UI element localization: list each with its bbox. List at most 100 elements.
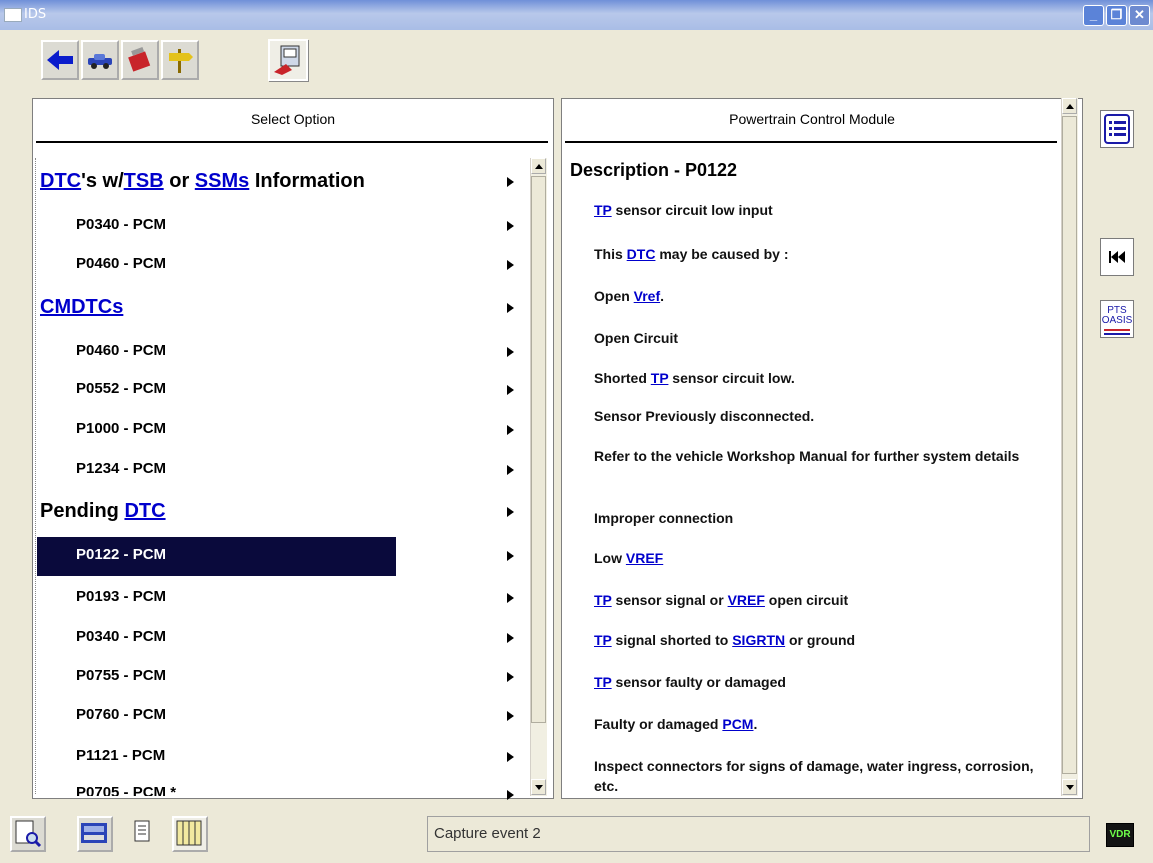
module-button[interactable] bbox=[77, 816, 113, 852]
left-scroll-up-button[interactable] bbox=[531, 158, 546, 174]
expand-arrow-icon[interactable] bbox=[507, 790, 514, 800]
right-scroll-thumb[interactable] bbox=[1062, 116, 1077, 774]
expand-arrow-icon[interactable] bbox=[507, 177, 514, 187]
hyperlink[interactable]: VREF bbox=[626, 550, 663, 566]
description-header: Powertrain Control Module bbox=[729, 111, 895, 127]
hyperlink[interactable]: PCM bbox=[722, 716, 753, 732]
option-list-item[interactable]: P0760 - PCM bbox=[76, 706, 166, 723]
hyperlink[interactable]: CMDTCs bbox=[40, 296, 123, 318]
vdr-status-icon[interactable]: VDR bbox=[1103, 818, 1136, 850]
description-text: sensor circuit low. bbox=[668, 370, 795, 386]
description-text: sensor signal or bbox=[611, 592, 728, 608]
description-text: Refer to the vehicle Workshop Manual for… bbox=[594, 448, 1020, 464]
expand-arrow-icon[interactable] bbox=[507, 303, 514, 313]
vdr-badge: VDR bbox=[1106, 823, 1134, 847]
expand-arrow-icon[interactable] bbox=[507, 752, 514, 762]
description-text: Shorted bbox=[594, 370, 651, 386]
option-list-item[interactable]: P0193 - PCM bbox=[76, 588, 166, 605]
document-search-icon bbox=[15, 820, 42, 848]
expand-arrow-icon[interactable] bbox=[507, 711, 514, 721]
pts-oasis-button[interactable]: PTS OASIS bbox=[1100, 300, 1134, 338]
signpost-icon bbox=[169, 49, 193, 73]
group-text: Information bbox=[249, 170, 365, 192]
expand-arrow-icon[interactable] bbox=[507, 221, 514, 231]
description-line: Improper connection bbox=[594, 508, 1044, 528]
option-list-item[interactable]: P0340 - PCM bbox=[76, 216, 166, 233]
hyperlink[interactable]: DTC bbox=[124, 500, 165, 522]
description-text: . bbox=[660, 288, 665, 304]
data-log-button[interactable] bbox=[172, 816, 208, 852]
description-line: TP sensor faulty or damaged bbox=[594, 672, 1044, 692]
hyperlink[interactable]: DTC bbox=[627, 246, 656, 262]
option-list-item[interactable]: P0340 - PCM bbox=[76, 628, 166, 645]
expand-arrow-icon[interactable] bbox=[507, 425, 514, 435]
list-view-button[interactable] bbox=[1100, 110, 1134, 148]
option-group-row[interactable]: CMDTCs bbox=[40, 296, 123, 319]
expand-arrow-icon[interactable] bbox=[507, 465, 514, 475]
toolbar-vehicle-button[interactable] bbox=[81, 40, 119, 80]
left-scroll-down-button[interactable] bbox=[531, 779, 546, 795]
option-list-item[interactable]: P1000 - PCM bbox=[76, 420, 166, 437]
minimize-button[interactable]: _ bbox=[1083, 5, 1104, 26]
close-button[interactable]: ✕ bbox=[1129, 5, 1150, 26]
left-scrollbar[interactable] bbox=[530, 158, 547, 796]
option-list-item[interactable]: P0122 - PCM bbox=[76, 546, 166, 563]
search-document-button[interactable] bbox=[10, 816, 46, 852]
hyperlink[interactable]: Vref bbox=[634, 288, 660, 304]
toolbar-back-button[interactable] bbox=[41, 40, 79, 80]
tree-guide-line bbox=[35, 158, 37, 794]
expand-arrow-icon[interactable] bbox=[507, 593, 514, 603]
option-list-item[interactable]: P0755 - PCM bbox=[76, 667, 166, 684]
expand-arrow-icon[interactable] bbox=[507, 385, 514, 395]
hyperlink[interactable]: TP bbox=[594, 632, 612, 648]
option-list-item[interactable]: P0460 - PCM bbox=[76, 342, 166, 359]
option-list-item[interactable]: P0460 - PCM bbox=[76, 255, 166, 272]
hyperlink[interactable]: DTC bbox=[40, 170, 81, 192]
toolbar-signpost-button[interactable] bbox=[161, 40, 199, 80]
hyperlink[interactable]: TP bbox=[594, 592, 612, 608]
skip-back-button[interactable] bbox=[1100, 238, 1134, 276]
toolbar-vdr-button[interactable] bbox=[268, 39, 308, 81]
expand-arrow-icon[interactable] bbox=[507, 347, 514, 357]
expand-arrow-icon[interactable] bbox=[507, 672, 514, 682]
notes-button[interactable] bbox=[127, 816, 163, 852]
skip-back-icon bbox=[1109, 251, 1125, 263]
select-option-header: Select Option bbox=[250, 111, 336, 127]
hyperlink[interactable]: TP bbox=[594, 674, 612, 690]
right-scrollbar[interactable] bbox=[1061, 98, 1078, 796]
expand-arrow-icon[interactable] bbox=[507, 260, 514, 270]
description-line: Sensor Previously disconnected. bbox=[594, 406, 1044, 426]
hyperlink[interactable]: TSB bbox=[124, 170, 164, 192]
option-list-item[interactable]: P0552 - PCM bbox=[76, 380, 166, 397]
description-line: Inspect connectors for signs of damage, … bbox=[594, 756, 1044, 796]
toolbar-toolbox-button[interactable] bbox=[121, 40, 159, 80]
expand-arrow-icon[interactable] bbox=[507, 551, 514, 561]
option-list-item[interactable]: P1121 - PCM bbox=[76, 747, 165, 764]
expand-arrow-icon[interactable] bbox=[507, 507, 514, 517]
description-text: may be caused by : bbox=[655, 246, 789, 262]
hyperlink[interactable]: SSMs bbox=[195, 170, 249, 192]
option-list-item[interactable]: P1234 - PCM bbox=[76, 460, 166, 477]
title-bar: IDS _ ❐ ✕ bbox=[0, 0, 1153, 30]
option-list-item[interactable]: P0705 - PCM * bbox=[76, 784, 176, 796]
hyperlink[interactable]: VREF bbox=[728, 592, 765, 608]
restore-button[interactable]: ❐ bbox=[1106, 5, 1127, 26]
description-text: Inspect connectors for signs of damage, … bbox=[594, 758, 1034, 794]
left-scroll-thumb[interactable] bbox=[531, 176, 546, 723]
pts-oasis-underline-2 bbox=[1104, 333, 1130, 335]
option-group-row[interactable]: Pending DTC bbox=[40, 500, 166, 523]
description-line: TP sensor circuit low input bbox=[594, 200, 1044, 220]
data-log-icon bbox=[176, 820, 202, 846]
option-group-row[interactable]: DTC's w/TSB or SSMs Information bbox=[40, 170, 365, 193]
expand-arrow-icon[interactable] bbox=[507, 633, 514, 643]
select-option-panel: Select Option bbox=[32, 98, 554, 799]
right-scroll-down-button[interactable] bbox=[1062, 779, 1077, 795]
right-scroll-up-button[interactable] bbox=[1062, 98, 1077, 114]
description-line: Open Circuit bbox=[594, 328, 1044, 348]
hyperlink[interactable]: TP bbox=[651, 370, 669, 386]
description-text: Open bbox=[594, 288, 634, 304]
description-line: Low VREF bbox=[594, 548, 1044, 568]
toolbox-icon bbox=[128, 46, 151, 72]
hyperlink[interactable]: TP bbox=[594, 202, 612, 218]
hyperlink[interactable]: SIGRTN bbox=[732, 632, 785, 648]
